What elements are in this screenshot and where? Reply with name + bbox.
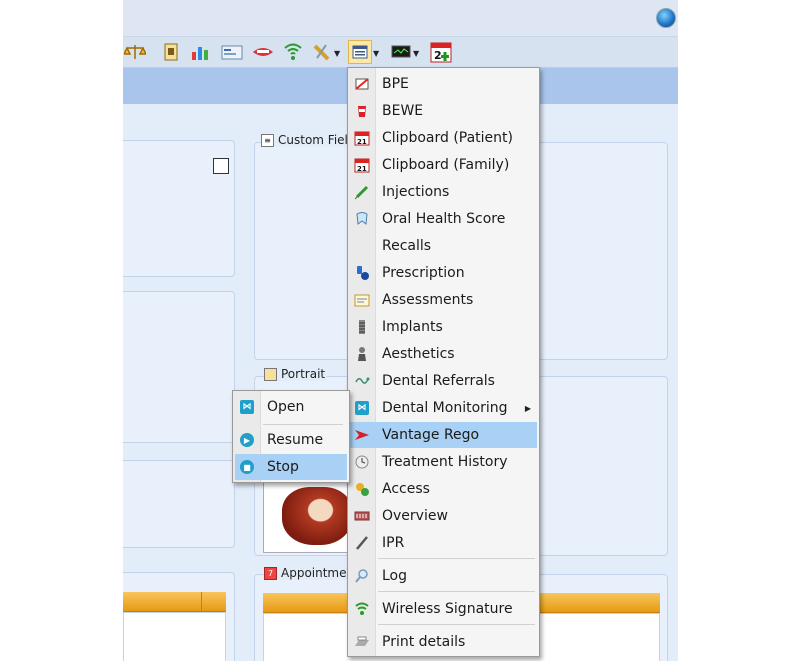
ipr-icon — [350, 530, 374, 556]
vantage-icon — [350, 422, 374, 448]
portrait-icon[interactable] — [159, 40, 183, 64]
chart-icon[interactable] — [189, 40, 213, 64]
menu-item-access[interactable]: Access — [350, 476, 537, 502]
aesthetics-icon — [350, 341, 374, 367]
menu-item-oral-health-score[interactable]: Oral Health Score — [350, 206, 537, 232]
menu-item-dental-referrals[interactable]: Dental Referrals — [350, 368, 537, 394]
menu-item-overview[interactable]: Overview — [350, 503, 537, 529]
pills-icon — [350, 260, 374, 286]
dental-monitoring-submenu: ⋈ Open ▶ Resume ■ Stop — [232, 390, 350, 483]
assessment-icon — [350, 287, 374, 313]
svg-text:21: 21 — [357, 138, 367, 146]
card-icon[interactable] — [220, 40, 244, 64]
search-icon — [350, 563, 374, 589]
stop-icon: ■ — [235, 454, 259, 480]
menu-item-recalls[interactable]: Recalls — [350, 233, 537, 259]
monitor-icon[interactable] — [389, 40, 413, 64]
implant-icon — [350, 314, 374, 340]
tooth-image — [282, 487, 347, 545]
portrait-image — [263, 478, 348, 553]
portrait-icon — [264, 367, 277, 381]
menu-item-clipboard-patient[interactable]: 21 Clipboard (Patient) — [350, 125, 537, 151]
access-icon — [350, 476, 374, 502]
menu-item-treatment-history[interactable]: Treatment History — [350, 449, 537, 475]
menu-item-clipboard-family[interactable]: 21 Clipboard (Family) — [350, 152, 537, 178]
grid-body-left — [123, 612, 226, 661]
chevron-down-icon[interactable]: ▼ — [334, 49, 340, 58]
submenu-arrow-icon: ▶ — [524, 403, 531, 413]
menu-item-print-details[interactable]: Print details — [350, 629, 537, 655]
wireless-icon — [350, 596, 374, 622]
menu-item-implants[interactable]: Implants — [350, 314, 537, 340]
submenu-item-open[interactable]: ⋈ Open — [235, 394, 347, 420]
menu-item-vantage-rego[interactable]: Vantage Rego — [350, 422, 537, 448]
bewe-icon — [350, 98, 374, 124]
referral-icon — [350, 368, 374, 394]
wireless-icon[interactable] — [281, 40, 305, 64]
calendar-day: 2 — [434, 49, 442, 62]
open-icon: ⋈ — [235, 394, 259, 420]
forms-dropdown-menu: BPE BEWE 21 Clipboard (Patient) 21 Clipb… — [347, 67, 540, 657]
menu-item-ipr[interactable]: IPR — [350, 530, 537, 556]
syringe-icon — [350, 179, 374, 205]
menu-item-bewe[interactable]: BEWE — [350, 98, 537, 124]
custom-fields-icon: ≡ — [261, 133, 274, 147]
menu-item-wireless-signature[interactable]: Wireless Signature — [350, 596, 537, 622]
svg-text:21: 21 — [357, 165, 367, 173]
submenu-item-resume[interactable]: ▶ Resume — [235, 427, 347, 453]
overview-icon — [350, 503, 374, 529]
globe-icon[interactable] — [656, 8, 676, 28]
history-icon — [350, 449, 374, 475]
monitoring-icon: ⋈ — [350, 395, 374, 421]
menu-item-prescription[interactable]: Prescription — [350, 260, 537, 286]
toolbar: ▼ ▼ ▼ 2 — [123, 37, 678, 68]
mouth-icon[interactable] — [251, 40, 275, 64]
appointments-title: 7 Appointmen — [264, 566, 357, 580]
details-panel — [123, 291, 235, 443]
tooth-score-icon — [350, 206, 374, 232]
tools-icon[interactable] — [310, 40, 334, 64]
menu-item-log[interactable]: Log — [350, 563, 537, 589]
scales-icon[interactable] — [123, 40, 147, 64]
menu-item-bpe[interactable]: BPE — [350, 71, 537, 97]
calendar-icon: 21 — [350, 152, 374, 178]
resume-icon: ▶ — [235, 427, 259, 453]
title-bar — [123, 0, 678, 37]
calendar-add-icon[interactable]: 2 — [429, 40, 453, 64]
panel-checkbox[interactable] — [213, 158, 229, 174]
chevron-down-icon[interactable]: ▼ — [413, 49, 419, 58]
portrait-title: Portrait — [264, 367, 328, 381]
menu-item-assessments[interactable]: Assessments — [350, 287, 537, 313]
menu-item-aesthetics[interactable]: Aesthetics — [350, 341, 537, 367]
bpe-icon — [350, 71, 374, 97]
print-icon — [350, 629, 374, 655]
forms-icon[interactable] — [348, 40, 372, 64]
menu-item-injections[interactable]: Injections — [350, 179, 537, 205]
menu-item-dental-monitoring[interactable]: ⋈ Dental Monitoring ▶ — [350, 395, 537, 421]
submenu-item-stop[interactable]: ■ Stop — [235, 454, 347, 480]
appointments-icon: 7 — [264, 566, 277, 580]
chevron-down-icon[interactable]: ▼ — [373, 49, 379, 58]
custom-fields-title: ≡ Custom Fiel — [261, 133, 350, 147]
notes-panel — [123, 460, 235, 548]
grid-header-left — [123, 592, 226, 612]
calendar-icon: 21 — [350, 125, 374, 151]
